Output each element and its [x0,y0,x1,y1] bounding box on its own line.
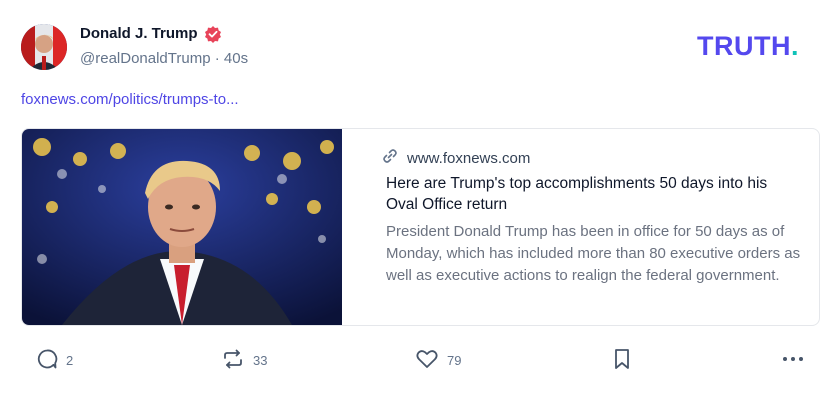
avatar[interactable] [21,24,67,70]
like-count: 79 [447,352,462,368]
handle-time-row: @realDonaldTrump · 40s [80,49,248,69]
reply-button[interactable]: 2 [36,347,73,373]
heart-icon [415,348,439,373]
preview-title[interactable]: Here are Trump's top accomplishments 50 … [386,173,801,215]
retruth-icon [221,348,245,373]
bookmark-button[interactable] [612,347,632,373]
avatar-image [21,24,67,70]
more-icon [781,347,805,374]
author-name[interactable]: Donald J. Trump [80,24,198,44]
preview-image [22,129,342,325]
preview-domain-row: www.foxnews.com [381,147,530,171]
action-bar: 2 33 79 [0,347,840,373]
reply-count: 2 [66,352,74,368]
post-time[interactable]: 40s [224,50,248,67]
logo-dot: . [790,31,799,61]
link-icon [381,147,399,171]
post-link[interactable]: foxnews.com/politics/trumps-to... [21,90,239,110]
author-handle[interactable]: @realDonaldTrump [80,50,211,67]
separator: · [214,50,224,67]
preview-description: President Donald Trump has been in offic… [386,223,801,284]
bookmark-icon [612,347,632,374]
truth-logo[interactable]: TRUTH. [697,30,799,62]
logo-text: TRUTH [697,31,791,61]
retruth-count: 33 [253,352,268,368]
like-button[interactable]: 79 [415,347,461,373]
retruth-button[interactable]: 33 [221,347,267,373]
verified-badge-icon [204,25,222,43]
more-options-button[interactable] [781,347,805,373]
preview-body: www.foxnews.com Here are Trump's top acc… [361,129,819,325]
preview-domain: www.foxnews.com [407,150,531,167]
author-name-row[interactable]: Donald J. Trump [80,24,222,44]
reply-icon [36,348,58,373]
link-preview-card[interactable]: www.foxnews.com Here are Trump's top acc… [21,128,820,326]
